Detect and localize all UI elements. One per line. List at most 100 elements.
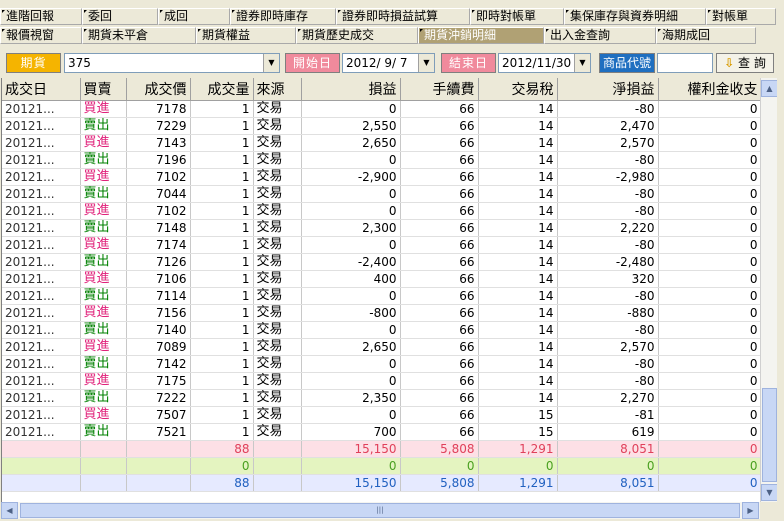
- column-header-3[interactable]: 成交量: [190, 78, 254, 101]
- table-row[interactable]: 20121... 買進 7106 1 交易 400 66 14 320 0: [2, 270, 761, 288]
- tab-tabs-row2-2[interactable]: 期貨權益: [196, 27, 296, 44]
- table-row[interactable]: 000000: [2, 457, 761, 475]
- cell-成交價: [126, 457, 191, 475]
- cell-來源: 交易: [253, 236, 302, 254]
- end-date-picker[interactable]: 2012/11/30 ▼: [498, 53, 591, 73]
- table-row[interactable]: 20121... 買進 7178 1 交易 0 66 14 -80 0: [2, 100, 761, 118]
- table-row[interactable]: 20121... 買進 7102 1 交易 0 66 14 -80 0: [2, 202, 761, 220]
- tab-tabs-row1-5[interactable]: 即時對帳單: [470, 8, 564, 25]
- table-row[interactable]: 88 15,150 5,808 1,291 8,051 0: [2, 440, 761, 458]
- product-type-select[interactable]: 375 ▼: [64, 53, 280, 73]
- table-row[interactable]: 20121... 賣出 7521 1 交易 700 66 15 619 0: [2, 423, 761, 441]
- cell-手續費: 66: [400, 236, 479, 254]
- table-row[interactable]: 20121... 買進 7156 1 交易 -800 66 14 -880 0: [2, 304, 761, 322]
- cell-損益: 700: [301, 423, 401, 441]
- cell-交易稅: 14: [478, 355, 558, 373]
- table-row[interactable]: 20121... 買進 7089 1 交易 2,650 66 14 2,570 0: [2, 338, 761, 356]
- tab-tabs-row2-0[interactable]: 報價視窗: [0, 27, 82, 44]
- table-row[interactable]: 20121... 賣出 7126 1 交易 -2,400 66 14 -2,480 0: [2, 253, 761, 271]
- table-row[interactable]: 20121... 買進 7507 1 交易 0 66 15 -81 0: [2, 406, 761, 424]
- cell-成交量: 1: [190, 236, 254, 254]
- cell-來源: 交易: [253, 372, 302, 390]
- tab-corner-icon: [658, 29, 661, 32]
- tab-tabs-row1-2[interactable]: 成回: [158, 8, 230, 25]
- tab-corner-icon: [2, 10, 5, 13]
- cell-成交量: 1: [190, 134, 254, 152]
- cell-買賣: 賣出: [80, 423, 127, 441]
- table-row[interactable]: 20121... 買進 7143 1 交易 2,650 66 14 2,570 0: [2, 134, 761, 152]
- cell-成交價: 7174: [126, 236, 191, 254]
- cell-成交量: 1: [190, 406, 254, 424]
- scroll-left-icon[interactable]: ◀: [1, 502, 18, 519]
- cell-損益: 2,350: [301, 389, 401, 407]
- table-row[interactable]: 20121... 賣出 7114 1 交易 0 66 14 -80 0: [2, 287, 761, 305]
- column-header-2[interactable]: 成交價: [126, 78, 191, 101]
- cell-成交日: 20121...: [2, 253, 81, 271]
- cell-淨損益: 2,470: [557, 117, 659, 135]
- tab-tabs-row2-5[interactable]: 出入金查詢: [544, 27, 656, 44]
- cell-成交價: 7102: [126, 202, 191, 220]
- scroll-down-icon[interactable]: ▼: [761, 484, 778, 501]
- cell-成交價: 7196: [126, 151, 191, 169]
- product-code-input[interactable]: [657, 53, 713, 73]
- tab-tabs-row1-6[interactable]: 集保庫存與資券明細: [564, 8, 706, 25]
- cell-交易稅: 14: [478, 219, 558, 237]
- table-row[interactable]: 20121... 賣出 7196 1 交易 0 66 14 -80 0: [2, 151, 761, 169]
- column-header-8[interactable]: 淨損益: [557, 78, 659, 101]
- start-date-picker[interactable]: 2012/ 9/ 7 ▼: [342, 53, 435, 73]
- settlement-detail-grid: 成交日 買賣 成交價 成交量 來源 損益 手續費 交易稅 淨損益 權利金收支 20121... 買進…: [1, 78, 761, 502]
- cell-淨損益: 320: [557, 270, 659, 288]
- cell-手續費: 66: [400, 185, 479, 203]
- cell-手續費: 66: [400, 134, 479, 152]
- table-row[interactable]: 20121... 買進 7175 1 交易 0 66 14 -80 0: [2, 372, 761, 390]
- chevron-down-icon[interactable]: ▼: [263, 54, 279, 72]
- table-row[interactable]: 20121... 賣出 7044 1 交易 0 66 14 -80 0: [2, 185, 761, 203]
- chevron-down-icon[interactable]: ▼: [418, 54, 434, 72]
- tab-tabs-row2-3[interactable]: 期貨歷史成交: [296, 27, 418, 44]
- tab-tabs-row2-4[interactable]: 期貨沖銷明細: [418, 27, 544, 44]
- tab-tabs-row1-0[interactable]: 進階回報: [0, 8, 82, 25]
- settlement-table: 成交日 買賣 成交價 成交量 來源 損益 手續費 交易稅 淨損益 權利金收支 20121... 買進…: [2, 78, 761, 492]
- table-row[interactable]: 88 15,150 5,808 1,291 8,051 0: [2, 474, 761, 492]
- scroll-right-icon[interactable]: ▶: [742, 502, 759, 519]
- table-row[interactable]: 20121... 買進 7174 1 交易 0 66 14 -80 0: [2, 236, 761, 254]
- column-header-1[interactable]: 買賣: [80, 78, 127, 101]
- chevron-down-icon[interactable]: ▼: [574, 54, 590, 72]
- column-header-7[interactable]: 交易稅: [478, 78, 558, 101]
- vertical-scroll-thumb[interactable]: [762, 388, 777, 482]
- tab-tabs-row1-3[interactable]: 證券即時庫存: [230, 8, 336, 25]
- tab-tabs-row1-1[interactable]: 委回: [82, 8, 158, 25]
- column-header-0[interactable]: 成交日: [2, 78, 81, 101]
- scroll-up-icon[interactable]: ▲: [761, 80, 778, 97]
- table-row[interactable]: 20121... 賣出 7140 1 交易 0 66 14 -80 0: [2, 321, 761, 339]
- vertical-scrollbar[interactable]: ▲ ▼: [760, 78, 778, 502]
- table-row[interactable]: 20121... 買進 7102 1 交易 -2,900 66 14 -2,980 0: [2, 168, 761, 186]
- column-header-5[interactable]: 損益: [301, 78, 401, 101]
- horizontal-scrollbar[interactable]: ◀ ||| ▶: [1, 502, 760, 519]
- cell-來源: 交易: [253, 270, 302, 288]
- tab-corner-icon: [566, 10, 569, 13]
- cell-成交日: 20121...: [2, 372, 81, 390]
- cell-權利金收支: 0: [658, 440, 761, 458]
- column-header-6[interactable]: 手續費: [400, 78, 479, 101]
- cell-成交價: 7102: [126, 168, 191, 186]
- table-row[interactable]: 20121... 賣出 7222 1 交易 2,350 66 14 2,270 0: [2, 389, 761, 407]
- cell-成交量: 1: [190, 304, 254, 322]
- cell-買賣: 買進: [80, 100, 127, 118]
- table-row[interactable]: 20121... 賣出 7229 1 交易 2,550 66 14 2,470 0: [2, 117, 761, 135]
- tab-tabs-row2-6[interactable]: 海期成回: [656, 27, 756, 44]
- query-button[interactable]: ⇩ 查 詢: [716, 53, 774, 73]
- cell-淨損益: -81: [557, 406, 659, 424]
- tab-tabs-row1-4[interactable]: 證券即時損益試算: [336, 8, 470, 25]
- cell-淨損益: -80: [557, 321, 659, 339]
- table-row[interactable]: 20121... 賣出 7142 1 交易 0 66 14 -80 0: [2, 355, 761, 373]
- cell-成交日: 20121...: [2, 423, 81, 441]
- table-row[interactable]: 20121... 賣出 7148 1 交易 2,300 66 14 2,220 0: [2, 219, 761, 237]
- tab-tabs-row2-1[interactable]: 期貨未平倉: [82, 27, 196, 44]
- horizontal-scroll-thumb[interactable]: |||: [20, 503, 740, 518]
- column-header-9[interactable]: 權利金收支: [658, 78, 761, 101]
- cell-成交日: 20121...: [2, 134, 81, 152]
- tab-tabs-row1-7[interactable]: 對帳單: [706, 8, 776, 25]
- tab-label: 期貨未平倉: [88, 28, 149, 42]
- column-header-4[interactable]: 來源: [253, 78, 302, 101]
